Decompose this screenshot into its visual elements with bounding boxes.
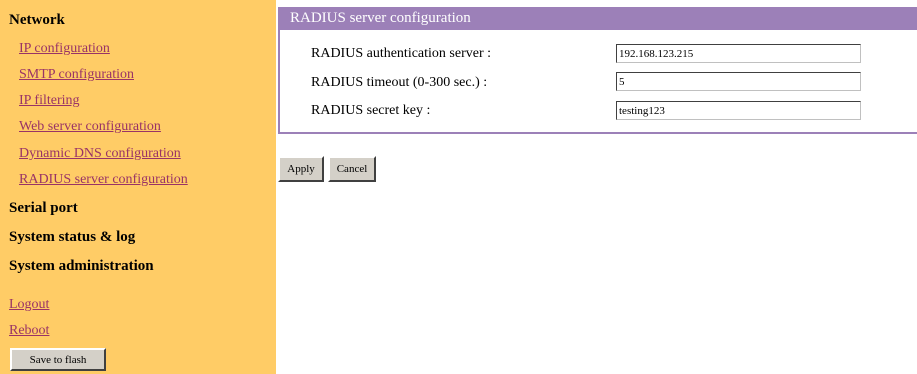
nav-link-dynamic-dns-configuration[interactable]: Dynamic DNS configuration	[19, 145, 181, 162]
sidebar-nav: Network IP configuration SMTP configurat…	[0, 0, 276, 374]
radius-auth-server-label: RADIUS authentication server :	[311, 46, 492, 61]
serial-port-section-title[interactable]: Serial port	[9, 199, 78, 217]
radius-auth-server-input[interactable]	[616, 44, 861, 63]
apply-button[interactable]: Apply	[278, 156, 324, 182]
nav-link-smtp-configuration[interactable]: SMTP configuration	[19, 66, 134, 83]
nav-link-ip-filtering[interactable]: IP filtering	[19, 92, 80, 109]
nav-link-radius-server-configuration[interactable]: RADIUS server configuration	[19, 171, 188, 188]
radius-timeout-input[interactable]	[616, 72, 861, 91]
radius-secret-key-label: RADIUS secret key :	[311, 103, 431, 118]
cancel-button[interactable]: Cancel	[328, 156, 376, 182]
logout-link[interactable]: Logout	[9, 296, 49, 313]
panel-title: RADIUS server configuration	[278, 7, 917, 30]
radius-secret-key-input[interactable]	[616, 101, 861, 120]
system-status-section-title[interactable]: System status & log	[9, 228, 135, 246]
radius-timeout-label: RADIUS timeout (0-300 sec.) :	[311, 75, 488, 90]
nav-link-ip-configuration[interactable]: IP configuration	[19, 40, 110, 57]
save-to-flash-button[interactable]: Save to flash	[10, 348, 106, 371]
network-section-title[interactable]: Network	[9, 11, 65, 29]
nav-link-web-server-configuration[interactable]: Web server configuration	[19, 118, 161, 135]
reboot-link[interactable]: Reboot	[9, 322, 49, 339]
system-administration-section-title[interactable]: System administration	[9, 257, 154, 275]
